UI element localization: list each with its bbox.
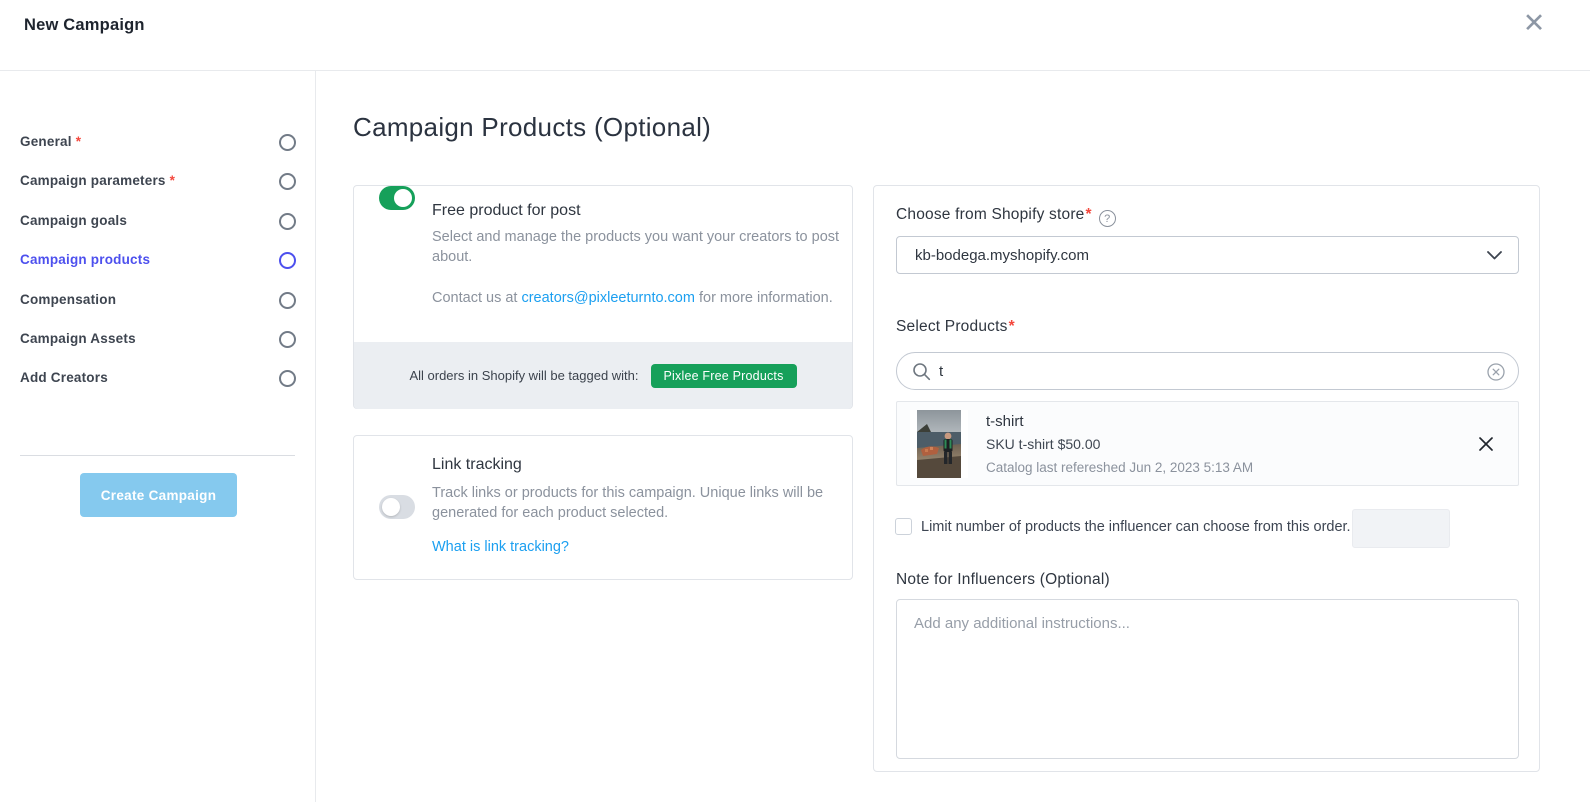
step-status-circle (279, 213, 296, 230)
product-search-input[interactable] (939, 354, 1479, 388)
free-product-toggle[interactable] (379, 186, 415, 210)
contact-line: Contact us at creators@pixleeturnto.com … (432, 290, 833, 306)
close-icon[interactable]: ✕ (1518, 7, 1550, 39)
sidebar-item-compensation[interactable]: Compensation (0, 291, 316, 311)
free-product-description: Select and manage the products you want … (432, 228, 842, 267)
new-campaign-modal: New Campaign ✕ General * Campaign paramet… (0, 0, 1590, 802)
product-name: t-shirt (986, 413, 1024, 430)
shopify-products-panel: Choose from Shopify store*? kb-bodega.my… (873, 185, 1540, 772)
chevron-down-icon (1487, 251, 1502, 260)
sidebar-item-label: Campaign Assets (20, 331, 136, 346)
required-asterisk: * (76, 134, 81, 149)
sidebar-item-general[interactable]: General * (0, 133, 316, 153)
sidebar-item-label: Compensation (20, 292, 116, 307)
campaign-steps-sidebar: General * Campaign parameters * Campaign g… (0, 71, 316, 802)
limit-products-label: Limit number of products the influencer … (921, 519, 1351, 535)
sidebar-item-campaign-parameters[interactable]: Campaign parameters * (0, 172, 316, 192)
step-status-circle (279, 292, 296, 309)
sidebar-divider (20, 455, 295, 456)
select-products-label: Select Products* (896, 318, 1015, 336)
sidebar-item-add-creators[interactable]: Add Creators (0, 369, 316, 389)
search-icon (912, 362, 931, 381)
modal-title: New Campaign (24, 16, 145, 35)
product-sku: SKU t-shirt $50.00 (986, 436, 1100, 452)
free-product-card: Free product for post Select and manage … (353, 185, 853, 409)
clear-search-icon[interactable] (1487, 363, 1505, 381)
required-asterisk: * (1086, 206, 1092, 223)
required-asterisk: * (170, 173, 175, 188)
limit-products-checkbox[interactable] (895, 518, 912, 535)
toggle-knob (394, 189, 412, 207)
link-tracking-description: Track links or products for this campaig… (432, 484, 827, 523)
step-status-circle (279, 252, 296, 269)
link-tracking-card: Link tracking Track links or products fo… (353, 435, 853, 580)
sidebar-item-campaign-assets[interactable]: Campaign Assets (0, 330, 316, 350)
step-status-circle (279, 331, 296, 348)
create-campaign-button[interactable]: Create Campaign (80, 473, 237, 517)
store-select-value: kb-bodega.myshopify.com (915, 237, 1089, 274)
sidebar-item-label: General (20, 134, 72, 149)
sidebar-item-campaign-products[interactable]: Campaign products (0, 251, 316, 271)
note-label: Note for Influencers (Optional) (896, 571, 1110, 589)
product-catalog-refreshed: Catalog last refereshed Jun 2, 2023 5:13… (986, 460, 1253, 475)
sidebar-item-label: Campaign goals (20, 213, 127, 228)
sidebar-item-label: Campaign parameters (20, 173, 166, 188)
product-search (896, 352, 1519, 390)
store-select[interactable]: kb-bodega.myshopify.com (896, 236, 1519, 274)
pixlee-free-products-badge: Pixlee Free Products (651, 364, 797, 388)
required-asterisk: * (1009, 318, 1015, 335)
free-product-title: Free product for post (432, 202, 581, 220)
toggle-knob (382, 498, 400, 516)
product-thumbnail (910, 410, 968, 478)
contact-email-link[interactable]: creators@pixleeturnto.com (521, 290, 694, 306)
shopify-tag-footer: All orders in Shopify will be tagged wit… (354, 342, 852, 409)
sidebar-item-label: Campaign products (20, 252, 150, 267)
page-title: Campaign Products (Optional) (353, 112, 711, 143)
what-is-link-tracking-link[interactable]: What is link tracking? (432, 539, 569, 555)
store-label: Choose from Shopify store*? (896, 206, 1116, 227)
link-tracking-title: Link tracking (432, 456, 522, 474)
step-status-circle (279, 134, 296, 151)
remove-product-icon[interactable] (1476, 434, 1496, 454)
step-status-circle (279, 173, 296, 190)
help-icon[interactable]: ? (1099, 210, 1116, 227)
limit-count-input[interactable] (1352, 509, 1450, 548)
step-status-circle (279, 370, 296, 387)
sidebar-item-campaign-goals[interactable]: Campaign goals (0, 212, 316, 232)
selected-product-row: t-shirt SKU t-shirt $50.00 Catalog last … (896, 401, 1519, 486)
link-tracking-toggle[interactable] (379, 495, 415, 519)
note-textarea[interactable] (896, 599, 1519, 759)
modal-header: New Campaign ✕ (0, 0, 1590, 71)
footer-text: All orders in Shopify will be tagged wit… (409, 368, 638, 383)
sidebar-item-label: Add Creators (20, 370, 108, 385)
